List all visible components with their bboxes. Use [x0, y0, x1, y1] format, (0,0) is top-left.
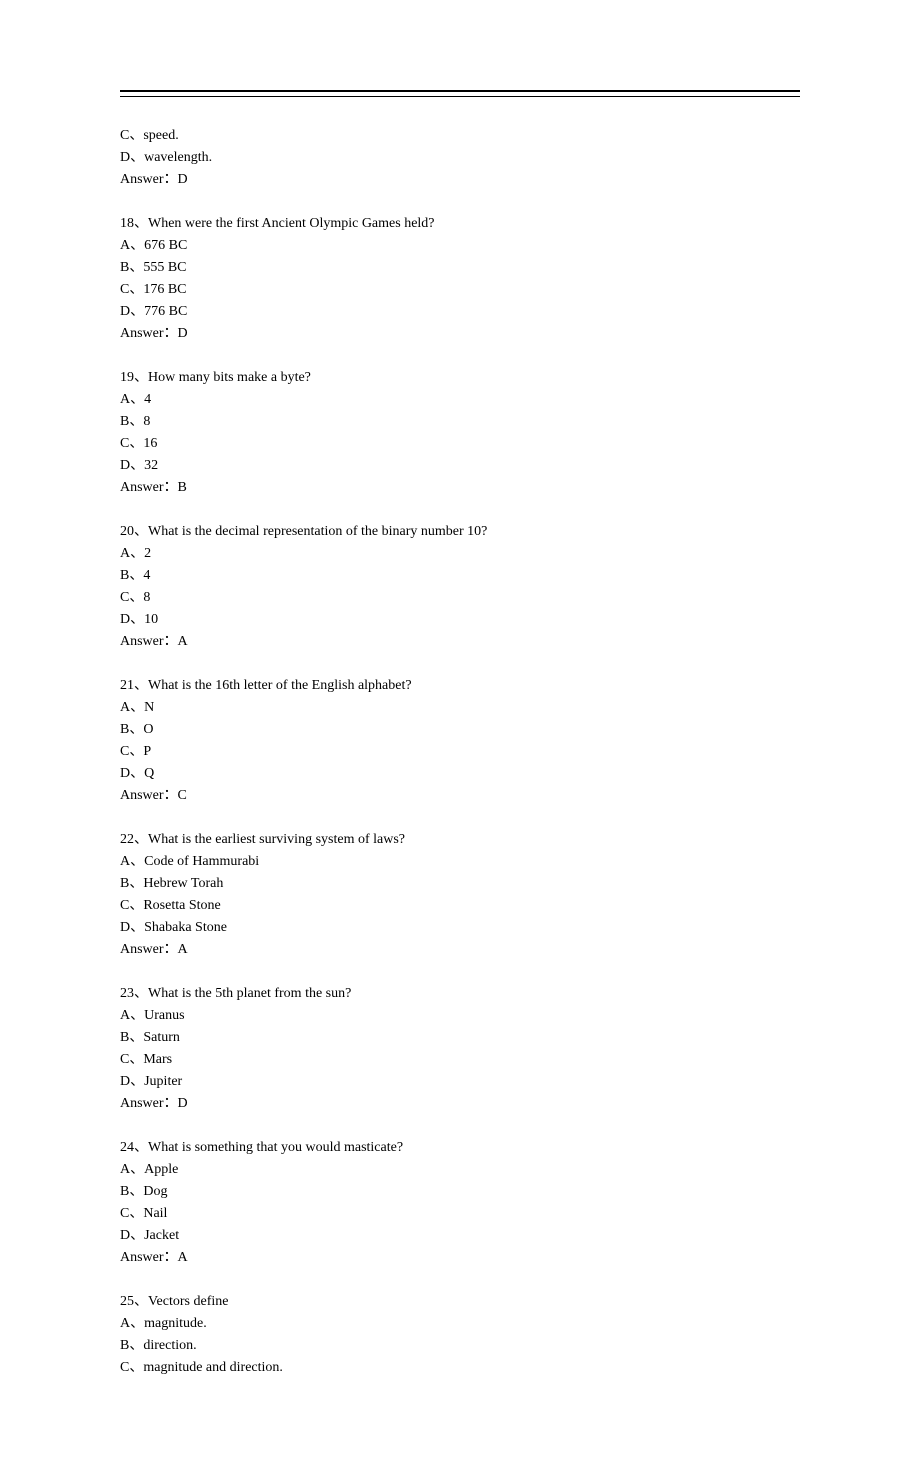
option: D、776 BC [120, 301, 800, 323]
answer-line: Answer：D [120, 323, 800, 345]
option: B、O [120, 719, 800, 741]
partial-question-block: C、speed. D、wavelength. Answer：D [120, 125, 800, 191]
option: A、4 [120, 389, 800, 411]
question-text: 20、What is the decimal representation of… [120, 521, 800, 543]
option: D、10 [120, 609, 800, 631]
question-block: 21、What is the 16th letter of the Englis… [120, 675, 800, 807]
question-block: 24、What is something that you would mast… [120, 1137, 800, 1269]
option: C、8 [120, 587, 800, 609]
question-block: 19、How many bits make a byte?A、4B、8C、16D… [120, 367, 800, 499]
option: A、magnitude. [120, 1313, 800, 1335]
option: C、Rosetta Stone [120, 895, 800, 917]
question-block: 25、Vectors defineA、magnitude.B、direction… [120, 1291, 800, 1379]
option: A、2 [120, 543, 800, 565]
option: C、176 BC [120, 279, 800, 301]
header-rule-thin [120, 96, 800, 97]
option: D、Q [120, 763, 800, 785]
question-block: 23、What is the 5th planet from the sun?A… [120, 983, 800, 1115]
answer-line: Answer：A [120, 631, 800, 653]
answer-line: Answer：D [120, 169, 800, 191]
answer-line: Answer：D [120, 1093, 800, 1115]
option: B、555 BC [120, 257, 800, 279]
option: B、Dog [120, 1181, 800, 1203]
option: C、16 [120, 433, 800, 455]
header-rule-thick [120, 90, 800, 92]
question-text: 23、What is the 5th planet from the sun? [120, 983, 800, 1005]
answer-line: Answer：B [120, 477, 800, 499]
question-text: 24、What is something that you would mast… [120, 1137, 800, 1159]
answer-line: Answer：A [120, 939, 800, 961]
option: A、676 BC [120, 235, 800, 257]
option: A、Uranus [120, 1005, 800, 1027]
question-block: 20、What is the decimal representation of… [120, 521, 800, 653]
option: B、8 [120, 411, 800, 433]
question-text: 22、What is the earliest surviving system… [120, 829, 800, 851]
option: A、N [120, 697, 800, 719]
question-text: 19、How many bits make a byte? [120, 367, 800, 389]
question-text: 18、When were the first Ancient Olympic G… [120, 213, 800, 235]
option: B、4 [120, 565, 800, 587]
option: D、Shabaka Stone [120, 917, 800, 939]
question-block: 18、When were the first Ancient Olympic G… [120, 213, 800, 345]
option: A、Apple [120, 1159, 800, 1181]
option: C、Mars [120, 1049, 800, 1071]
answer-line: Answer：C [120, 785, 800, 807]
option: C、magnitude and direction. [120, 1357, 800, 1379]
option: D、Jacket [120, 1225, 800, 1247]
answer-line: Answer：A [120, 1247, 800, 1269]
question-text: 21、What is the 16th letter of the Englis… [120, 675, 800, 697]
option-c: C、speed. [120, 125, 800, 147]
question-block: 22、What is the earliest surviving system… [120, 829, 800, 961]
option: D、Jupiter [120, 1071, 800, 1093]
questions-list: 18、When were the first Ancient Olympic G… [120, 213, 800, 1379]
option: B、direction. [120, 1335, 800, 1357]
option-d: D、wavelength. [120, 147, 800, 169]
question-text: 25、Vectors define [120, 1291, 800, 1313]
option: B、Hebrew Torah [120, 873, 800, 895]
option: C、P [120, 741, 800, 763]
option: B、Saturn [120, 1027, 800, 1049]
option: A、Code of Hammurabi [120, 851, 800, 873]
page-container: C、speed. D、wavelength. Answer：D 18、When … [0, 0, 920, 1471]
option: D、32 [120, 455, 800, 477]
option: C、Nail [120, 1203, 800, 1225]
